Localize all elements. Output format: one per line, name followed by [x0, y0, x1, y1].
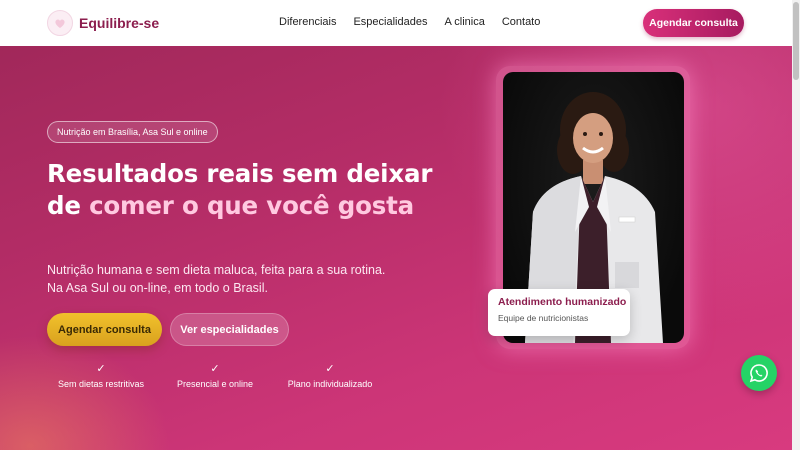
brand-logo-link[interactable]: Equilibre-se: [47, 10, 159, 36]
location-badge: Nutrição em Brasília, Asa Sul e online: [47, 121, 218, 143]
nav-link-diferenciais[interactable]: Diferenciais: [279, 16, 336, 28]
hero-subtext: Nutrição humana e sem dieta maluca, feit…: [47, 263, 386, 295]
logo-icon: [47, 10, 73, 36]
feature-item: ✓ Sem dietas restritivas: [46, 362, 156, 389]
whatsapp-icon: [749, 364, 768, 383]
page-scrollbar[interactable]: [792, 0, 800, 450]
hero-headline: Resultados reais sem deixar de comer o q…: [47, 158, 447, 222]
check-icon: ✓: [96, 363, 106, 375]
brand-name: Equilibre-se: [79, 15, 160, 31]
whatsapp-button[interactable]: [741, 355, 777, 391]
feature-item: ✓ Presencial e online: [160, 362, 270, 389]
scrollbar-thumb[interactable]: [793, 2, 799, 80]
nav-link-contato[interactable]: Contato: [502, 16, 541, 28]
info-card: Atendimento humanizado Equipe de nutrici…: [488, 289, 630, 336]
info-card-title: Atendimento humanizado: [498, 296, 627, 308]
nav-link-a-clinica[interactable]: A clinica: [444, 16, 484, 28]
feature-label: Sem dietas restritivas: [57, 379, 145, 389]
headline-highlight: comer o que você gosta: [89, 191, 414, 220]
feature-item: ✓ Plano individualizado: [275, 362, 385, 389]
info-card-subtitle: Equipe de nutricionistas: [498, 313, 589, 323]
site-header: Equilibre-se Diferenciais Especialidades…: [0, 0, 792, 46]
feature-label: Plano individualizado: [287, 379, 373, 389]
check-icon: ✓: [325, 363, 335, 375]
nav-link-especialidades[interactable]: Especialidades: [353, 16, 427, 28]
check-icon: ✓: [210, 363, 220, 375]
view-specialties-button[interactable]: Ver especialidades: [170, 313, 289, 346]
feature-label: Presencial e online: [176, 379, 254, 389]
schedule-consultation-button[interactable]: Agendar consulta: [47, 313, 162, 346]
header-schedule-button[interactable]: Agendar consulta: [643, 9, 744, 37]
main-nav: Diferenciais Especialidades A clinica Co…: [279, 16, 540, 28]
